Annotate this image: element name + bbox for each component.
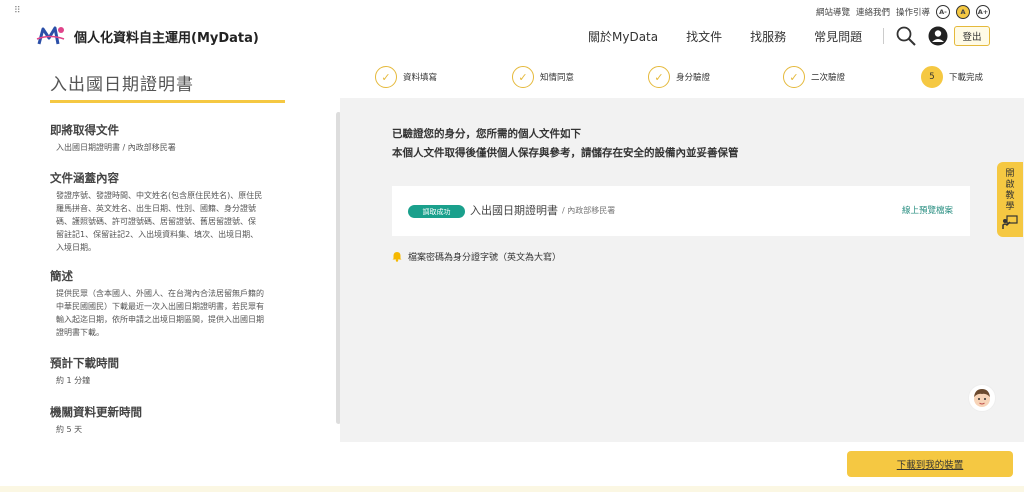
font-medium-button[interactable]: A [956,5,970,19]
section-text: 入出國日期證明書 / 內政部移民署 [56,143,176,152]
link-contact[interactable]: 連絡我們 [856,6,890,18]
mydata-logo-icon [36,26,65,45]
nav-services[interactable]: 找服務 [750,28,786,45]
document-card: 調取成功 入出國日期證明書 / 內政部移民署 線上預覽檔案 [392,186,970,236]
teacher-icon [1002,215,1018,229]
nav-about[interactable]: 關於MyData [588,28,658,45]
nav-documents[interactable]: 找文件 [686,28,722,45]
step-label: 身分驗證 [676,73,711,83]
section-text-line: 入境日期。 [56,243,96,252]
section-text-line: 發證序號、發證時間、中文姓名(包含原住民姓名)、原住民 [56,191,263,200]
step-5-current: 5 下載完成 [921,66,983,88]
check-icon: ✓ [375,66,397,88]
document-agency: / 內政部移民署 [562,206,616,215]
step-2: ✓ 知情同意 [512,66,574,88]
storage-notice: 本個人文件取得後僅供個人保存與參考，請儲存在安全的設備內並妥善保管 [392,147,739,159]
step-1: ✓ 資料填寫 [375,66,437,88]
section-heading: 即將取得文件 [50,123,119,137]
section-text-line: 輸入起迄日期，依所申請之出境日期區間，提供入出國日期 [56,315,264,324]
bell-icon [392,252,402,262]
preview-link[interactable]: 線上預覽檔案 [902,204,953,216]
drag-grip-icon: ⠿ [14,6,21,16]
section-text-line: 證明書下載。 [56,328,104,337]
search-icon[interactable] [896,26,916,46]
step-number: 5 [921,66,943,88]
password-note-text: 檔案密碼為身分證字號（英文為大寫） [408,253,562,263]
tutorial-label: 開啟教學 [1005,169,1015,212]
info-section-download-time: 預計下載時間 約 1 分鐘 [50,355,290,387]
user-account-icon[interactable] [928,26,948,46]
section-heading: 機關資料更新時間 [50,405,142,419]
site-logo[interactable]: 個人化資料自主運用(MyData) [36,24,259,48]
utility-bar: 網站導覽 連絡我們 操作引導 A- A A+ [816,5,990,19]
section-text-line: 羅馬拼音、英文姓名、出生日期、性別、國籍、身分證號 [56,204,256,213]
section-text: 約 5 天 [56,425,83,434]
info-section-summary: 簡述 提供民眾（含本國人、外國人、在台灣內合法居留無戶籍的 中華民國國民）下載最… [50,268,290,339]
step-label: 知情同意 [540,73,575,83]
footer-strip [0,486,1024,492]
check-icon: ✓ [783,66,805,88]
main-nav: 關於MyData 找文件 找服務 常見問題 [588,28,862,45]
link-guide[interactable]: 操作引導 [896,6,930,18]
info-section-contents: 文件涵蓋內容 發證序號、發證時間、中文姓名(包含原住民姓名)、原住民 羅馬拼音、… [50,170,290,254]
info-section-update-time: 機關資料更新時間 約 5 天 [50,404,290,436]
section-text-line: 中華民國國民）下載最近一次入出國日期證明書，若民眾有 [56,302,264,311]
step-label: 二次驗證 [811,73,846,83]
font-large-button[interactable]: A+ [976,5,990,19]
download-to-device-button[interactable]: 下載到我的裝置 [847,451,1013,477]
section-text-line: 碼、護照號碼、許可證號碼、居留證號、舊居留證號、保 [56,217,256,226]
site-name: 個人化資料自主運用(MyData) [74,30,259,46]
tutorial-tab[interactable]: 開啟教學 [997,162,1023,237]
document-title: 入出國日期證明書 [470,204,558,217]
section-heading: 文件涵蓋內容 [50,171,119,185]
check-icon: ✓ [512,66,534,88]
section-text: 約 1 分鐘 [56,376,91,385]
mydata-page: ⠿ 網站導覽 連絡我們 操作引導 A- A A+ 個人化資料自主運用(MyDat… [0,0,1024,492]
step-3: ✓ 身分驗證 [648,66,710,88]
logout-button[interactable]: 登出 [954,26,990,46]
step-4: ✓ 二次驗證 [783,66,845,88]
section-text-line: 留註記1、保留註記2、入出境資料集、填次、出境日期、 [56,230,259,239]
step-label: 資料填寫 [403,73,438,83]
page-title: 入出國日期證明書 [50,75,194,95]
verified-message: 已驗證您的身分，您所需的個人文件如下 [392,128,581,140]
link-sitemap[interactable]: 網站導覽 [816,6,850,18]
title-underline [50,100,285,103]
info-section-document: 即將取得文件 入出國日期證明書 / 內政部移民署 [50,122,290,154]
section-text-line: 提供民眾（含本國人、外國人、在台灣內合法居留無戶籍的 [56,289,264,298]
section-heading: 預計下載時間 [50,356,119,370]
section-heading: 簡述 [50,269,73,283]
password-note: 檔案密碼為身分證字號（英文為大寫） [392,250,561,263]
check-icon: ✓ [648,66,670,88]
status-badge: 調取成功 [408,205,465,218]
nav-faq[interactable]: 常見問題 [814,28,862,45]
nav-divider [883,28,884,44]
font-small-button[interactable]: A- [936,5,950,19]
step-label: 下載完成 [949,73,984,83]
assistant-avatar-icon[interactable] [968,384,996,412]
result-panel: 已驗證您的身分，您所需的個人文件如下 本個人文件取得後僅供個人保存與參考，請儲存… [340,98,1024,442]
progress-steps: ✓ 資料填寫 ✓ 知情同意 ✓ 身分驗證 ✓ 二次驗證 5 下載完成 [340,66,1024,96]
